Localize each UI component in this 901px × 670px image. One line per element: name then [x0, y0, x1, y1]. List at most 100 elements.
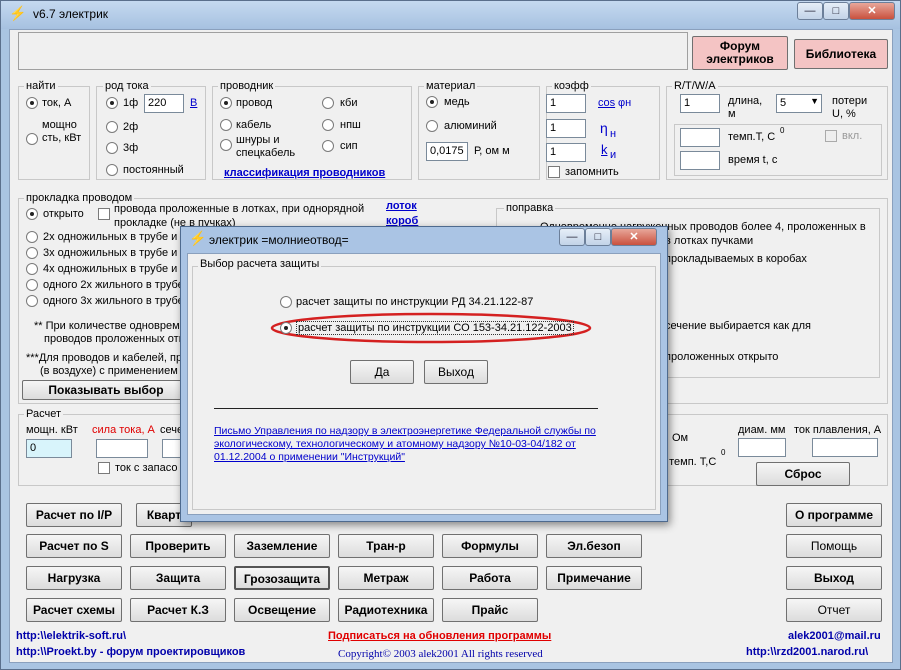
cos-link[interactable]: cos [598, 97, 615, 109]
laying-note2: ***Для проводов и кабелей, пр [26, 352, 183, 364]
rd-instruction-radio[interactable] [280, 296, 292, 308]
formulas-button[interactable]: Формулы [442, 534, 538, 558]
report-button[interactable]: Отчет [786, 598, 882, 622]
site-link-elektrik[interactable]: http:\\elektrik-soft.ru\ [16, 630, 126, 642]
exit-button[interactable]: Выход [786, 566, 882, 590]
show-choice-button[interactable]: Показывать выбор [22, 380, 190, 400]
check-button[interactable]: Проверить [130, 534, 226, 558]
find-current-radio[interactable] [26, 97, 38, 109]
coef-eta-input[interactable]: 1 [546, 119, 586, 138]
power-label: мощн. кВт [26, 424, 78, 436]
laying-r5-radio[interactable] [26, 295, 38, 307]
phase1-radio[interactable] [106, 97, 118, 109]
loss-select[interactable]: 5 ▼ [776, 94, 822, 113]
dialog-exit-button[interactable]: Выход [424, 360, 488, 384]
nps-radio[interactable] [322, 119, 334, 131]
metering-button[interactable]: Метраж [338, 566, 434, 590]
forum-button[interactable]: Форум электриков [692, 36, 788, 70]
dc-radio[interactable] [106, 164, 118, 176]
load-button[interactable]: Нагрузка [26, 566, 122, 590]
laying-r4-radio[interactable] [26, 279, 38, 291]
dialog-minimize-button[interactable]: — [559, 228, 585, 246]
coef-cos-input[interactable]: 1 [546, 94, 586, 113]
reserve-label: ток с запасо [115, 462, 178, 474]
coef-group-label: коэфф [552, 80, 591, 92]
calc-scheme-button[interactable]: Расчет схемы [26, 598, 122, 622]
resistivity-input[interactable]: 0,0175 [426, 142, 468, 161]
lighting-button[interactable]: Освещение [234, 598, 330, 622]
temperature-degree: 0 [780, 126, 785, 135]
separator-line [214, 408, 598, 409]
calc-ip-button[interactable]: Расчет по I/P [26, 503, 122, 527]
maximize-button[interactable]: □ [823, 2, 849, 20]
voltage-unit-link[interactable]: В [190, 97, 197, 109]
copper-radio[interactable] [426, 96, 438, 108]
phase3-radio[interactable] [106, 142, 118, 154]
dialog-maximize-button[interactable]: □ [585, 228, 611, 246]
email-link[interactable]: alek2001@mail.ru [788, 630, 881, 642]
radio-button[interactable]: Радиотехника [338, 598, 434, 622]
tray-link[interactable]: лоток [386, 200, 417, 212]
length-input[interactable]: 1 [680, 94, 720, 113]
classification-link[interactable]: классификация проводников [224, 167, 385, 179]
yes-button[interactable]: Да [350, 360, 414, 384]
transformer-button[interactable]: Тран-р [338, 534, 434, 558]
subscribe-link[interactable]: Подписаться на обновления программы [328, 630, 551, 642]
minimize-button[interactable]: — [797, 2, 823, 20]
about-button[interactable]: О программе [786, 503, 882, 527]
on-label: вкл. [842, 130, 863, 142]
note-button[interactable]: Примечание [546, 566, 642, 590]
site-link-proekt[interactable]: http:\\Proekt.by - форум проектировщиков [16, 646, 245, 658]
price-button[interactable]: Прайс [442, 598, 538, 622]
calc-sc-button[interactable]: Расчет К.З [130, 598, 226, 622]
k-link[interactable]: k [601, 142, 608, 157]
work-button[interactable]: Работа [442, 566, 538, 590]
aluminium-radio[interactable] [426, 120, 438, 132]
phase1-label: 1ф [123, 97, 139, 109]
cable-radio[interactable] [220, 119, 232, 131]
open-laying-radio[interactable] [26, 208, 38, 220]
phase2-radio[interactable] [106, 121, 118, 133]
grounding-button[interactable]: Заземление [234, 534, 330, 558]
lightning-protection-button[interactable]: Грозозащита [234, 566, 330, 590]
protection-button[interactable]: Защита [130, 566, 226, 590]
section-input[interactable] [162, 439, 182, 458]
site-link-rzd[interactable]: http:\\rzd2001.narod.ru\ [746, 646, 868, 658]
correction-group-label: поправка [504, 202, 556, 214]
diameter-input[interactable] [738, 438, 786, 457]
laying-r2-radio[interactable] [26, 247, 38, 259]
cord-radio[interactable] [220, 139, 232, 151]
coef-k-input[interactable]: 1 [546, 143, 586, 162]
on-checkbox[interactable] [825, 130, 837, 142]
so-instruction-radio[interactable] [280, 322, 292, 334]
remember-label: запомнить [565, 166, 619, 178]
reserve-checkbox[interactable] [98, 462, 110, 474]
rd-instruction-label: расчет защиты по инструкции РД 34.21.122… [296, 296, 534, 308]
rostekhnadzor-letter-link[interactable]: Письмо Управления по надзору в электроэн… [214, 425, 622, 464]
current-type-label: род тока [103, 80, 151, 92]
voltage-input[interactable]: 220 [144, 94, 184, 113]
time-input[interactable] [680, 151, 720, 170]
power-input[interactable]: 0 [26, 439, 72, 458]
laying-r1-radio[interactable] [26, 231, 38, 243]
forum-button-label: Форум электриков [706, 39, 774, 66]
calc-s-button[interactable]: Расчет по S [26, 534, 122, 558]
current-result-input[interactable] [96, 439, 148, 458]
find-power-radio[interactable] [26, 133, 38, 145]
reset-button[interactable]: Сброс [756, 462, 850, 486]
top-empty-panel [18, 32, 688, 70]
tray-checkbox[interactable] [98, 208, 110, 220]
melt-input[interactable] [812, 438, 878, 457]
kbi-radio[interactable] [322, 97, 334, 109]
library-button[interactable]: Библиотека [794, 39, 888, 69]
laying-r3-radio[interactable] [26, 263, 38, 275]
temperature-input[interactable] [680, 128, 720, 147]
el-safety-button[interactable]: Эл.безоп [546, 534, 642, 558]
help-button[interactable]: Помощь [786, 534, 882, 558]
sip-radio[interactable] [322, 140, 334, 152]
remember-checkbox[interactable] [548, 166, 560, 178]
wire-radio[interactable] [220, 97, 232, 109]
close-button[interactable]: ✕ [849, 2, 895, 20]
cable-label: кабель [236, 119, 272, 131]
dialog-close-button[interactable]: ✕ [611, 228, 657, 246]
